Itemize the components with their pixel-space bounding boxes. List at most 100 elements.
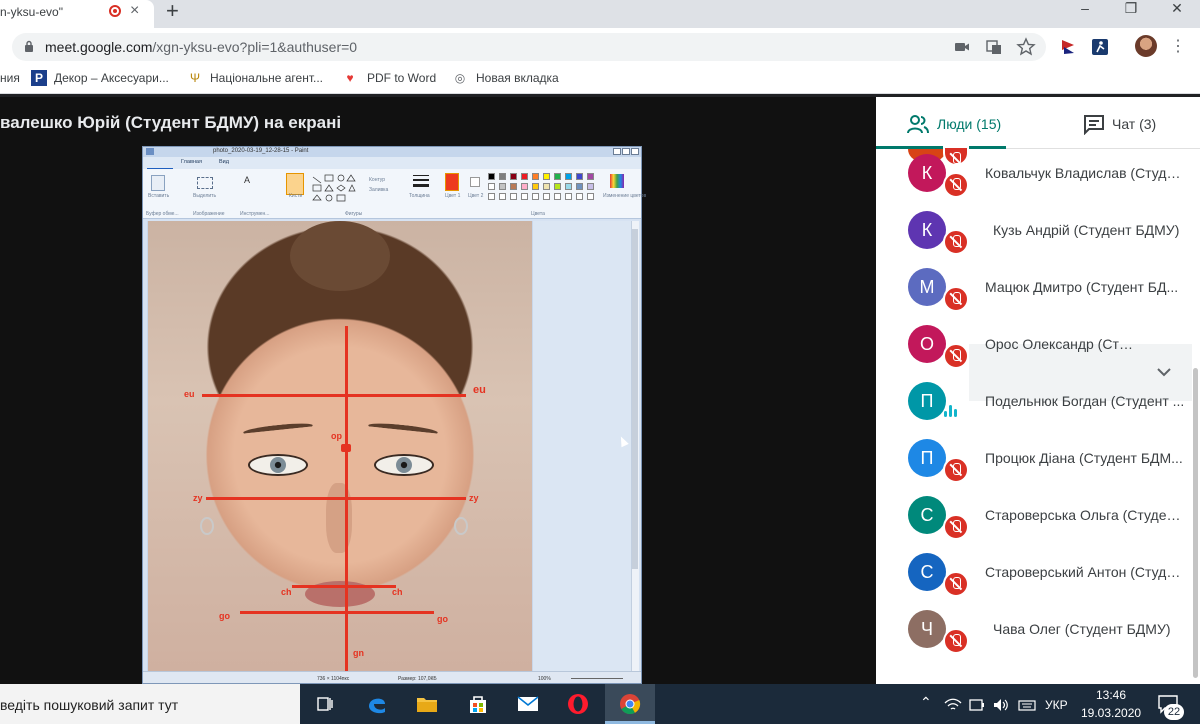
palette-swatch-empty xyxy=(565,193,572,200)
palette-swatch xyxy=(554,173,561,180)
tab-people[interactable]: Люди (15) xyxy=(937,116,1001,132)
paint-titlebar: photo_2020-03-19_12-28-15 - Paint xyxy=(143,147,641,157)
palette-swatch xyxy=(521,173,528,180)
palette-swatch xyxy=(587,183,594,190)
url-text[interactable]: meet.google.com/xgn-yksu-evo?pli=1&authu… xyxy=(45,39,357,55)
palette-swatch xyxy=(488,183,495,190)
participant-row[interactable]: Ч Чава Олег (Студент БДМУ) xyxy=(876,601,1192,658)
browser-tab[interactable]: n-yksu-evo" × xyxy=(0,0,154,28)
clock-time[interactable]: 13:46 xyxy=(1096,688,1126,702)
edit-colors-label: Изменение цветов xyxy=(603,193,647,199)
battery-icon[interactable] xyxy=(968,697,986,713)
paint-title: photo_2020-03-19_12-28-15 - Paint xyxy=(213,148,309,154)
participant-row[interactable]: М Мацюк Дмитро (Студент БД... xyxy=(876,259,1192,316)
label-ch-left: ch xyxy=(281,587,292,597)
text-tool-icon: A xyxy=(244,175,251,185)
brushes-label: Кисти xyxy=(289,193,303,199)
opera-icon[interactable] xyxy=(566,692,590,716)
chevron-down-icon[interactable] xyxy=(1156,364,1172,380)
participant-row[interactable]: П Процюк Діана (Студент БДМ... xyxy=(876,430,1192,487)
store-icon[interactable] xyxy=(466,692,490,716)
bookmark-item[interactable]: ния xyxy=(0,71,20,85)
palette-swatch xyxy=(521,183,528,190)
browser-menu-icon[interactable]: ⋮ xyxy=(1170,36,1186,56)
wifi-icon[interactable] xyxy=(944,697,962,713)
file-explorer-icon[interactable] xyxy=(415,692,439,716)
paint-scroll-thumb xyxy=(632,229,638,569)
zoom-slider xyxy=(571,678,623,679)
participant-avatar: С xyxy=(908,496,946,534)
select-label: Выделить xyxy=(193,193,217,199)
label-op: op xyxy=(331,431,342,441)
face-photo: eu eu op zy zy ch ch go go gn xyxy=(148,221,532,671)
right-earring xyxy=(454,517,468,535)
url-path: /xgn-yksu-evo?pli=1&authuser=0 xyxy=(152,39,358,55)
bookmark-item[interactable]: Декор – Аксесуари... xyxy=(54,71,169,85)
palette-swatch xyxy=(532,173,539,180)
ribbon-group-image: Изображение xyxy=(193,211,225,217)
bookmark-star-icon[interactable] xyxy=(1016,37,1036,57)
palette-swatch xyxy=(532,183,539,190)
label-eu-left: eu xyxy=(184,389,195,399)
edit-colors-icon xyxy=(610,174,624,188)
palette-swatch xyxy=(499,183,506,190)
profile-avatar[interactable] xyxy=(1135,35,1157,57)
tab-close-icon[interactable]: × xyxy=(130,2,139,20)
zy-line xyxy=(206,497,466,500)
paint-ribbon-tabs: Главная Вид xyxy=(143,157,641,177)
participant-row[interactable]: О Орос Олександр (Студ... xyxy=(876,316,1192,373)
palette-swatch xyxy=(576,183,583,190)
palette-swatch-empty xyxy=(532,193,539,200)
palette-swatch-empty xyxy=(576,193,583,200)
label-go-right: go xyxy=(437,614,448,624)
bookmark-item[interactable]: Національне агент... xyxy=(210,71,323,85)
palette-swatch-empty xyxy=(521,193,528,200)
tab-chat[interactable]: Чат (3) xyxy=(1112,116,1156,132)
language-indicator[interactable]: УКР xyxy=(1045,698,1068,712)
mic-off-icon xyxy=(943,343,969,369)
presenter-label: валешко Юрій (Студент БДМУ) на екрані xyxy=(0,113,342,132)
participant-row[interactable]: С Староверська Ольга (Студен... xyxy=(876,487,1192,544)
onscreen-keyboard-icon[interactable] xyxy=(1018,697,1036,713)
tab-strip xyxy=(0,0,1200,28)
chrome-icon[interactable] xyxy=(618,692,642,716)
palette-swatch xyxy=(499,173,506,180)
paint-tab-view: Вид xyxy=(219,159,229,165)
taskbar-search-placeholder: ведіть пошуковий запит тут xyxy=(0,697,179,713)
status-zoom: 100% xyxy=(538,676,551,682)
tray-chevron-icon[interactable]: ⌃ xyxy=(920,694,932,711)
bookmark-decor-icon: P xyxy=(31,70,47,86)
translate-icon[interactable] xyxy=(984,37,1004,57)
participant-row[interactable]: С Староверський Антон (Студе... xyxy=(876,544,1192,601)
new-tab-button[interactable]: + xyxy=(166,0,179,24)
palette-swatch xyxy=(510,173,517,180)
left-earring xyxy=(200,517,214,535)
bookmark-item[interactable]: PDF to Word xyxy=(367,71,436,85)
extension-accessibility-icon[interactable] xyxy=(1090,37,1110,57)
mail-icon[interactable] xyxy=(516,694,540,714)
paint-minimize-button xyxy=(613,148,621,155)
palette-swatch xyxy=(543,173,550,180)
ribbon-group-colors: Цвета xyxy=(531,211,545,217)
edge-icon[interactable] xyxy=(365,692,389,716)
clock-date[interactable]: 19.03.2020 xyxy=(1081,706,1141,720)
task-view-icon[interactable] xyxy=(315,694,335,714)
ribbon-group-clipboard: Буфер обме... xyxy=(146,211,179,217)
participant-row[interactable]: П Подельнюк Богдан (Студент ... xyxy=(876,373,1192,430)
close-window-button[interactable]: ✕ xyxy=(1154,0,1200,20)
label-eu-right: eu xyxy=(473,384,486,396)
mic-off-icon xyxy=(943,628,969,654)
restore-button[interactable]: ❐ xyxy=(1108,0,1154,20)
participant-row[interactable]: К Ковальчук Владислав (Студе... xyxy=(876,145,1192,202)
participant-name: Подельнюк Богдан (Студент ... xyxy=(985,393,1185,409)
extension-flag-icon[interactable] xyxy=(1058,37,1078,57)
mic-off-icon xyxy=(943,172,969,198)
panel-scroll-thumb[interactable] xyxy=(1193,368,1198,678)
participant-row[interactable]: К Кузь Андрій (Студент БДМУ) xyxy=(876,202,1192,259)
op-marker xyxy=(341,444,351,452)
bookmarks-bar xyxy=(0,66,1200,94)
minimize-button[interactable]: – xyxy=(1062,0,1108,20)
volume-icon[interactable] xyxy=(992,697,1010,713)
camera-icon[interactable] xyxy=(952,37,972,57)
bookmark-item[interactable]: Новая вкладка xyxy=(476,71,559,85)
